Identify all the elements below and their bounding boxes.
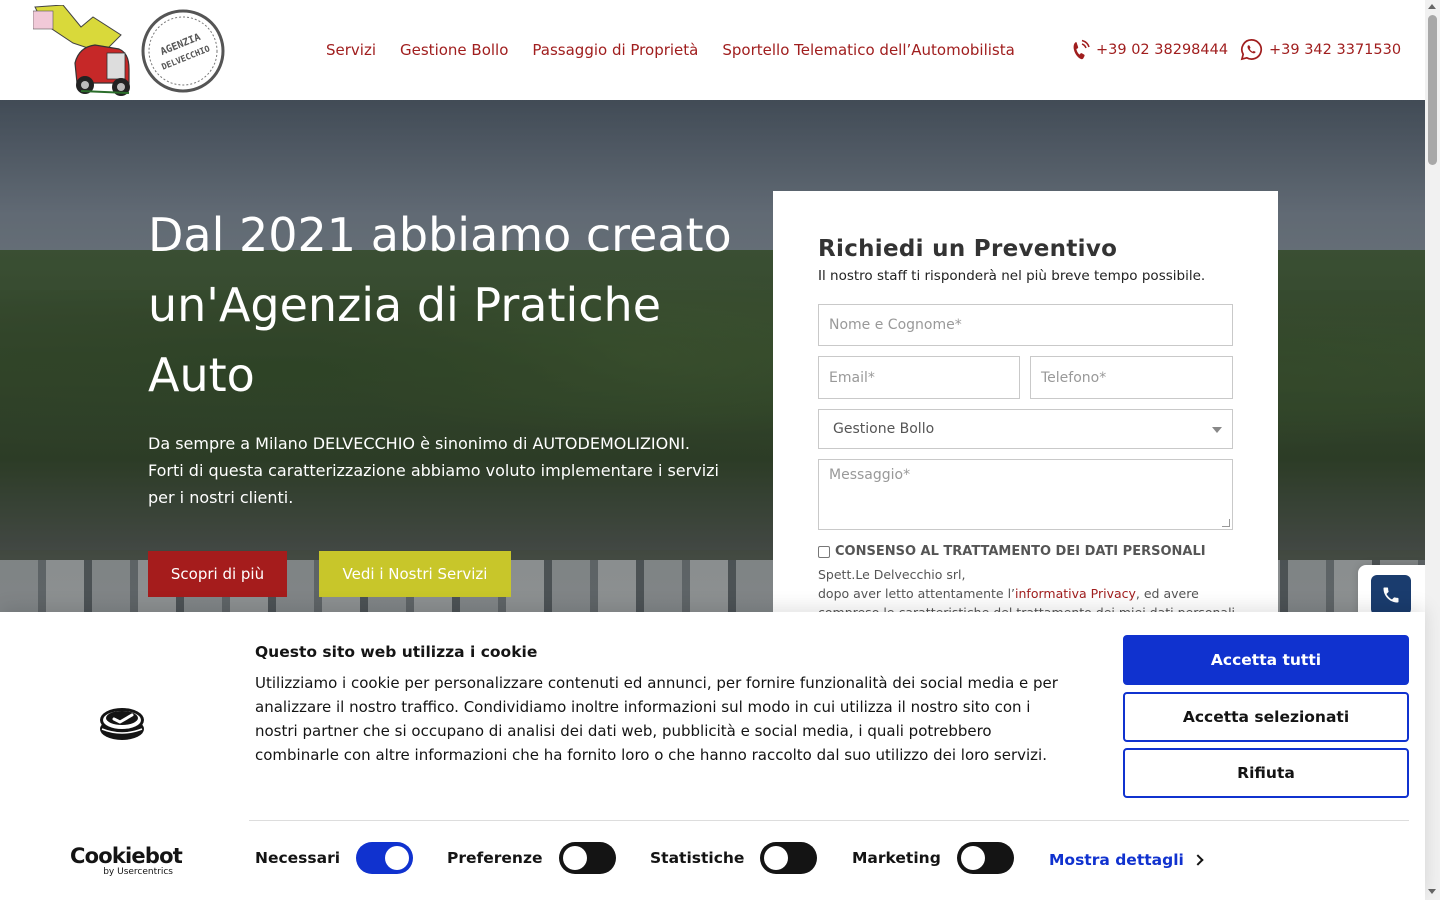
cookiebot-brand-name: Cookiebot: [70, 844, 183, 868]
main-nav: Servizi Gestione Bollo Passaggio di Prop…: [326, 39, 1039, 61]
nav-sportello-telematico[interactable]: Sportello Telematico dell’Automobilista: [722, 41, 1014, 59]
stamp-seal-icon: AGENZIA DELVECCHIO: [141, 9, 225, 93]
discover-more-button[interactable]: Scopri di più: [148, 551, 287, 597]
cookiebot-brand-by: by Usercentrics: [103, 867, 173, 877]
floating-call-button[interactable]: [1371, 575, 1411, 615]
message-placeholder: Messaggio*: [829, 467, 911, 483]
accept-all-button[interactable]: Accetta tutti: [1123, 635, 1409, 685]
toggle-necessari-switch[interactable]: [356, 842, 414, 874]
toggle-statistiche-switch[interactable]: [760, 842, 818, 874]
phone-ringing-icon: [1073, 39, 1090, 60]
show-details-label: Mostra dettagli: [1049, 851, 1184, 869]
page-scrollbar[interactable]: [1425, 0, 1440, 900]
accept-selected-button[interactable]: Accetta selezionati: [1123, 692, 1409, 742]
form-title: Richiedi un Preventivo: [818, 236, 1118, 262]
chevron-down-icon: [1212, 427, 1222, 433]
scroll-up-icon[interactable]: [1428, 4, 1436, 9]
logo-car-icon[interactable]: [33, 5, 133, 97]
consent-checkbox-row[interactable]: CONSENSO AL TRATTAMENTO DEI DATI PERSONA…: [818, 544, 1206, 559]
toggle-marketing-switch[interactable]: [956, 842, 1014, 874]
name-input[interactable]: Nome e Cognome*: [818, 304, 1233, 346]
show-details-link[interactable]: Mostra dettagli: [1049, 851, 1204, 869]
toggle-knob: [562, 846, 587, 870]
hero-description: Da sempre a Milano DELVECCHIO è sinonimo…: [148, 434, 719, 507]
toggle-necessari: Necessari: [255, 842, 414, 874]
logo-stamp[interactable]: AGENZIA DELVECCHIO: [141, 9, 225, 93]
toggle-preferenze-label: Preferenze: [447, 849, 543, 867]
resize-handle-icon[interactable]: [1222, 519, 1230, 527]
toggle-marketing: Marketing: [852, 842, 1014, 874]
chevron-right-icon: [1192, 854, 1204, 866]
toggle-preferenze: Preferenze: [447, 842, 616, 874]
phone-input[interactable]: Telefono*: [1030, 356, 1233, 399]
phone-number: +39 02 38298444: [1096, 42, 1229, 58]
consent-checkbox[interactable]: [818, 545, 830, 558]
service-select[interactable]: Gestione Bollo: [818, 409, 1233, 449]
toggle-knob: [385, 846, 410, 870]
email-placeholder: Email*: [829, 369, 875, 386]
service-selected-value: Gestione Bollo: [833, 421, 935, 437]
form-subtitle: Il nostro staff ti risponderà nel più br…: [818, 268, 1206, 284]
consent-line-2: dopo aver letto attentamente l’informati…: [818, 584, 1238, 603]
toggle-knob: [764, 846, 789, 870]
toggle-preferenze-switch[interactable]: [558, 842, 616, 874]
toggle-marketing-label: Marketing: [852, 849, 941, 867]
toggle-knob: [960, 846, 985, 870]
message-textarea[interactable]: Messaggio*: [818, 459, 1233, 530]
toggle-statistiche: Statistiche: [650, 842, 818, 874]
toggle-necessari-label: Necessari: [255, 849, 341, 867]
hero-section: Dal 2021 abbiamo creato un'Agenzia di Pr…: [0, 100, 1425, 612]
cookie-divider: [249, 820, 1409, 821]
consent-line-2-post: , ed avere: [1135, 586, 1199, 601]
nav-servizi[interactable]: Servizi: [326, 41, 376, 59]
phone-link[interactable]: +39 02 38298444: [1070, 38, 1228, 62]
cookiebot-logo-icon: [100, 708, 144, 740]
site-header: AGENZIA DELVECCHIO Servizi Gestione Boll…: [0, 0, 1425, 100]
toggle-statistiche-label: Statistiche: [650, 849, 745, 867]
cookie-body: Utilizziamo i cookie per personalizzare …: [255, 674, 1058, 764]
consent-label: CONSENSO AL TRATTAMENTO DEI DATI PERSONA…: [835, 544, 1206, 559]
nav-gestione-bollo[interactable]: Gestione Bollo: [400, 41, 508, 59]
quote-form: Richiedi un Preventivo Il nostro staff t…: [773, 191, 1278, 612]
name-placeholder: Nome e Cognome*: [829, 317, 962, 333]
cookiebot-brand[interactable]: Cookiebot by Usercentrics: [70, 844, 183, 877]
consent-line-1: Spett.Le Delvecchio srl,: [818, 567, 966, 582]
consent-line-2-pre: dopo aver letto attentamente l’: [818, 586, 1016, 601]
hero-title: Dal 2021 abbiamo creato un'Agenzia di Pr…: [148, 208, 732, 402]
scrollbar-thumb[interactable]: [1428, 15, 1437, 165]
whatsapp-icon: [1240, 39, 1263, 61]
nav-passaggio-proprieta[interactable]: Passaggio di Proprietà: [532, 41, 698, 59]
consent-line-3: compreso le caratteristiche del trattame…: [818, 603, 1238, 612]
cookie-title: Questo sito web utilizza i cookie: [255, 643, 538, 661]
phone-icon: [1383, 587, 1399, 603]
whatsapp-number: +39 342 3371530: [1269, 41, 1402, 58]
email-input[interactable]: Email*: [818, 356, 1020, 399]
consent-text: Spett.Le Delvecchio srl, dopo aver letto…: [818, 565, 1238, 612]
privacy-policy-link[interactable]: informativa Privacy: [1015, 586, 1136, 601]
whatsapp-link[interactable]: +39 342 3371530: [1240, 38, 1401, 61]
reject-button[interactable]: Rifiuta: [1123, 748, 1409, 798]
cookie-banner: Questo sito web utilizza i cookie Utiliz…: [0, 612, 1425, 900]
view-services-button[interactable]: Vedi i Nostri Servizi: [319, 551, 511, 597]
phone-placeholder: Telefono*: [1041, 369, 1107, 386]
scroll-down-icon[interactable]: [1428, 889, 1436, 894]
